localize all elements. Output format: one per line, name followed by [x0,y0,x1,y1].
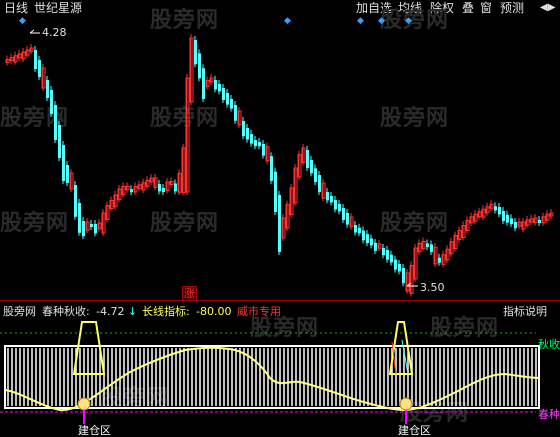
position-zone-label: 建仓区 [78,424,111,437]
coin-icon [399,397,413,411]
position-zone-label: 建仓区 [398,424,431,437]
coin-icon [77,397,91,411]
indicator-chart[interactable] [0,0,560,436]
long-line-bars [7,348,537,406]
